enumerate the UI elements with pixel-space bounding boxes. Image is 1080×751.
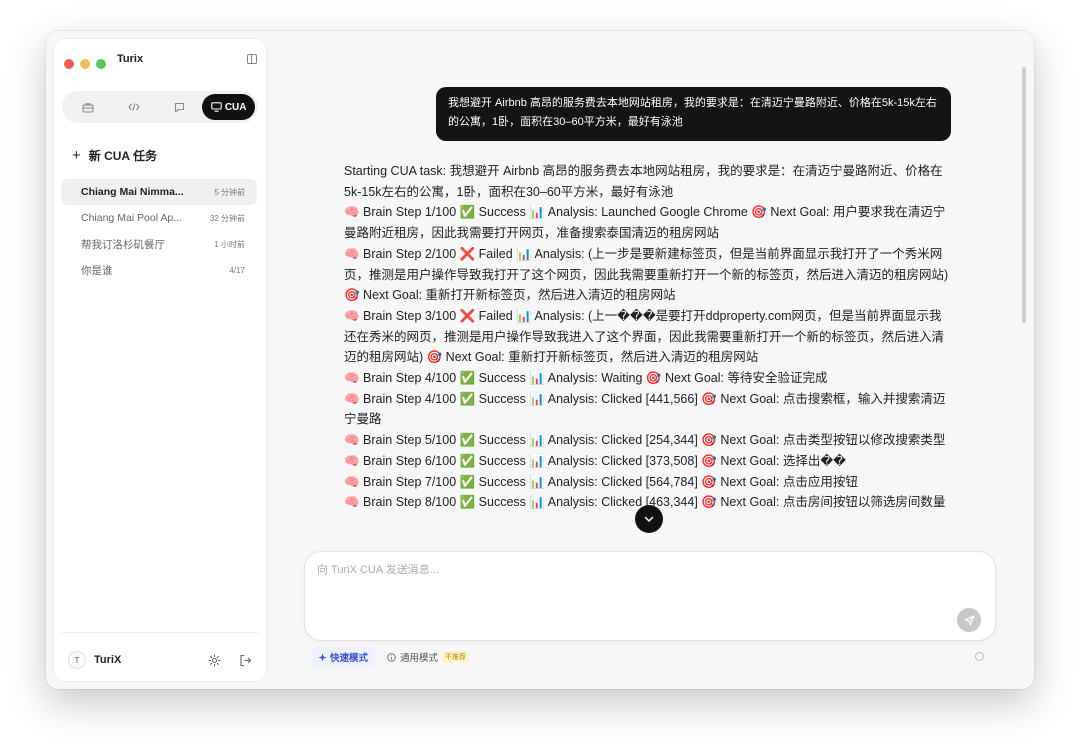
not-recommended-badge: 不推荐: [442, 651, 470, 663]
chat-icon: [174, 102, 185, 112]
log-line: 🧠 Brain Step 5/100 ✅ Success 📊 Analysis:…: [344, 433, 946, 448]
session-title: Chiang Mai Nimma...: [81, 186, 184, 198]
fast-mode-button[interactable]: 快速模式: [311, 647, 376, 667]
chat-area: 我想避开 Airbnb 高昂的服务费去本地网站租房，我的要求是：在清迈宁曼路附近…: [274, 31, 1034, 689]
fast-mode-label: 快速模式: [330, 653, 369, 664]
session-title: 帮我订洛杉矶餐厅: [81, 238, 165, 251]
user-row: T TuriX: [68, 649, 252, 671]
log-line: 🧠 Brain Step 7/100 ✅ Success 📊 Analysis:…: [344, 474, 858, 489]
session-time: 5 分钟前: [214, 187, 245, 197]
new-task-label: 新 CUA 任务: [88, 149, 157, 163]
log-line: 🧠 Brain Step 3/100 ❌ Failed 📊 Analysis: …: [344, 308, 945, 365]
zoom-window-button[interactable]: [96, 59, 106, 69]
window-controls: [64, 59, 106, 69]
sidebar: Turix CUA + 新 CUA 任务 Chiang Mai Nimma...: [54, 39, 266, 681]
app-window: Turix CUA + 新 CUA 任务 Chiang Mai Nimma...: [46, 31, 1034, 689]
send-button[interactable]: [957, 608, 981, 632]
chevron-down-icon: [644, 516, 654, 522]
message-input[interactable]: [317, 564, 917, 576]
monitor-icon: [211, 102, 222, 112]
info-icon: [387, 652, 396, 662]
user-name: TuriX: [94, 654, 122, 666]
agent-log: Starting CUA task: 我想避开 Airbnb 高昂的服务费去本地…: [344, 161, 954, 547]
briefcase-icon: [82, 102, 94, 113]
status-indicator: [975, 652, 984, 661]
mode-tabs: CUA: [62, 91, 258, 123]
session-item[interactable]: 你是谁 4/17: [61, 257, 257, 283]
sidebar-toggle-icon[interactable]: [247, 54, 257, 64]
tab-chat[interactable]: [157, 94, 203, 120]
code-icon: [127, 103, 140, 111]
session-title: 你是谁: [81, 264, 113, 277]
tab-code[interactable]: [111, 94, 157, 120]
minimize-window-button[interactable]: [80, 59, 90, 69]
user-actions: [208, 653, 252, 667]
plus-icon: +: [72, 147, 81, 164]
close-window-button[interactable]: [64, 59, 74, 69]
tab-cua-label: CUA: [224, 101, 247, 113]
log-line: 🧠 Brain Step 6/100 ✅ Success 📊 Analysis:…: [344, 453, 846, 468]
message-composer: [305, 552, 995, 640]
session-title: Chiang Mai Pool Ap...: [81, 212, 182, 224]
new-task-button[interactable]: + 新 CUA 任务: [72, 147, 157, 164]
divider: [62, 632, 258, 633]
log-line: 🧠 Brain Step 4/100 ✅ Success 📊 Analysis:…: [344, 371, 828, 386]
log-line: 🧠 Brain Step 4/100 ✅ Success 📊 Analysis:…: [344, 391, 946, 427]
logout-icon[interactable]: [239, 654, 252, 667]
scroll-down-button[interactable]: [635, 505, 663, 533]
general-mode-button[interactable]: 通用模式 不推荐: [383, 647, 473, 667]
log-line: Starting CUA task: 我想避开 Airbnb 高昂的服务费去本地…: [344, 164, 943, 199]
session-time: 32 分钟前: [209, 213, 245, 223]
session-list: Chiang Mai Nimma... 5 分钟前 Chiang Mai Poo…: [61, 179, 257, 283]
session-item[interactable]: 帮我订洛杉矶餐厅 1 小时前: [61, 231, 257, 257]
general-mode-label: 通用模式: [400, 653, 439, 664]
mode-selector: 快速模式 通用模式 不推荐: [311, 646, 473, 668]
send-icon: [963, 614, 975, 626]
user-message-bubble: 我想避开 Airbnb 高昂的服务费去本地网站租房，我的要求是：在清迈宁曼路附近…: [436, 87, 951, 141]
log-line: 🧠 Brain Step 1/100 ✅ Success 📊 Analysis:…: [344, 205, 946, 241]
avatar[interactable]: T: [68, 651, 86, 669]
session-time: 1 小时前: [214, 239, 245, 249]
session-item[interactable]: Chiang Mai Pool Ap... 32 分钟前: [61, 205, 257, 231]
session-item[interactable]: Chiang Mai Nimma... 5 分钟前: [61, 179, 257, 205]
app-title: Turix: [117, 53, 144, 65]
tab-workspace[interactable]: [65, 94, 111, 120]
scrollbar[interactable]: [1022, 67, 1026, 323]
gear-icon[interactable]: [208, 653, 221, 667]
session-time: 4/17: [229, 265, 245, 275]
log-line: 🧠 Brain Step 2/100 ❌ Failed 📊 Analysis: …: [344, 246, 949, 303]
tab-cua[interactable]: CUA: [202, 94, 255, 120]
sparkle-icon: [318, 653, 327, 661]
